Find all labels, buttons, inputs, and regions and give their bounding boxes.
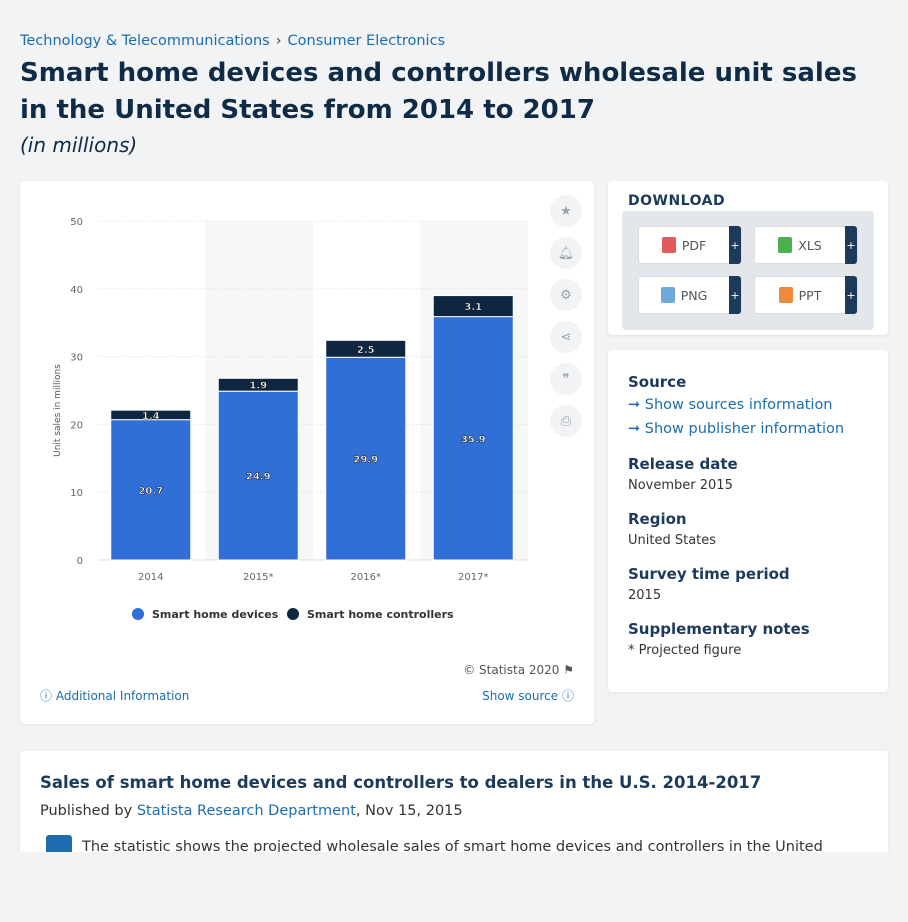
published-by-label: Published by [40,803,133,819]
show-publisher-link[interactable]: ➞ Show publisher information [628,421,844,437]
flag-icon[interactable]: ⚑ [563,663,574,677]
download-xls-button[interactable]: XLS + [754,226,858,264]
chart-toolbar: ★ 🔔︎ ⚙ ⋖ ❞ ⎙ [550,195,582,447]
gear-icon[interactable]: ⚙ [550,279,582,311]
survey-period-label: Survey time period [628,565,790,583]
data-label: 35.9 [461,434,486,445]
supplementary-notes-label: Supplementary notes [628,620,810,638]
supplementary-notes-value: * Projected figure [628,643,742,658]
y-tick-label: 30 [70,353,83,364]
show-sources-link[interactable]: ➞ Show sources information [628,397,833,413]
published-by: Published by Statista Research Departmen… [40,803,463,819]
y-tick-label: 50 [70,217,83,228]
published-date: , Nov 15, 2015 [355,803,463,819]
legend-marker [132,608,144,620]
breadcrumb: Technology & Telecommunications › Consumer… [20,33,445,49]
download-pdf-button[interactable]: PDF + [638,226,742,264]
arrow-right-icon: ➞ [628,421,641,437]
ppt-file-icon [778,287,793,303]
source-label: Source [628,373,687,391]
download-ppt-button[interactable]: PPT + [754,276,858,314]
share-icon[interactable]: ⋖ [550,321,582,353]
download-png-label: PNG [680,287,708,303]
release-date-value: November 2015 [628,478,733,493]
chart-card: 0 10 20 30 40 50 Unit sales in millions 20.7 1.4… [20,181,594,724]
data-label: 20.7 [138,486,163,497]
download-card: DOWNLOAD PDF + XLS + PNG + PPT + [608,181,888,335]
y-tick-label: 0 [77,556,83,567]
show-source-link[interactable]: Show source ⓘ [482,687,574,704]
region-value: United States [628,533,717,548]
data-label: 3.1 [464,302,482,313]
additional-info-link[interactable]: ⓘ Additional Information [40,687,189,704]
info-icon: ⓘ [561,689,574,703]
y-tick-label: 10 [70,488,83,499]
publisher-link[interactable]: Statista Research Department [137,803,356,819]
data-label: 29.9 [353,455,378,466]
x-tick-label: 2014 [138,572,163,583]
x-tick-label: 2017* [458,572,488,583]
plus-icon[interactable]: + [729,226,741,264]
download-title: DOWNLOAD [628,193,726,209]
xls-file-icon [778,237,793,253]
data-label: 1.4 [142,411,160,422]
breadcrumb-link-consumer-electronics[interactable]: Consumer Electronics [288,33,446,49]
show-sources-label: Show sources information [644,397,833,413]
plus-icon[interactable]: + [845,226,857,264]
arrow-right-icon: ➞ [628,397,641,413]
download-pdf-label: PDF [681,237,707,253]
download-xls-label: XLS [798,237,822,253]
survey-period-value: 2015 [628,588,662,603]
description-title: Sales of smart home devices and controll… [40,773,762,792]
region-label: Region [628,510,687,528]
copyright-text: © Statista 2020 [463,663,560,677]
data-label: 24.9 [246,472,271,483]
y-tick-label: 20 [70,420,83,431]
bell-icon[interactable]: 🔔︎ [550,237,582,269]
breadcrumb-link-technology[interactable]: Technology & Telecommunications [20,33,270,49]
plus-icon[interactable]: + [845,276,857,314]
show-publisher-label: Show publisher information [644,421,845,437]
download-png-button[interactable]: PNG + [638,276,742,314]
chevron-right-icon: › [275,33,282,49]
data-label: 2.5 [357,345,375,356]
plus-icon[interactable]: + [729,276,741,314]
png-file-icon [660,287,675,303]
star-icon[interactable]: ★ [550,195,582,227]
page-title: Smart home devices and controllers whole… [20,58,857,125]
quote-icon[interactable]: ❞ [550,363,582,395]
print-icon[interactable]: ⎙ [550,405,582,437]
download-options: PDF + XLS + PNG + PPT + [622,211,874,330]
info-card: Source ➞ Show sources information ➞ Show… [608,350,888,692]
page-subtitle: (in millions) [20,133,138,157]
bottom-overlay [0,852,908,922]
x-tick-label: 2016* [351,572,381,583]
bar-chart: 0 10 20 30 40 50 Unit sales in millions 20.7 1.4… [53,217,528,621]
info-icon: ⓘ [40,689,53,703]
legend-label: Smart home controllers [307,608,454,621]
legend-marker [287,608,299,620]
show-source-label: Show source [482,689,559,703]
x-tick-label: 2015* [243,572,273,583]
legend-label: Smart home devices [152,608,279,621]
download-ppt-label: PPT [798,287,822,303]
y-axis-label: Unit sales in millions [53,364,63,457]
data-label: 1.9 [249,381,267,392]
page: Technology & Telecommunications › Consumer… [0,0,908,922]
additional-info-label: Additional Information [55,689,190,703]
copyright: © Statista 2020 ⚑ [463,663,574,677]
release-date-label: Release date [628,455,738,473]
y-tick-label: 40 [70,285,83,296]
pdf-file-icon [661,237,676,253]
